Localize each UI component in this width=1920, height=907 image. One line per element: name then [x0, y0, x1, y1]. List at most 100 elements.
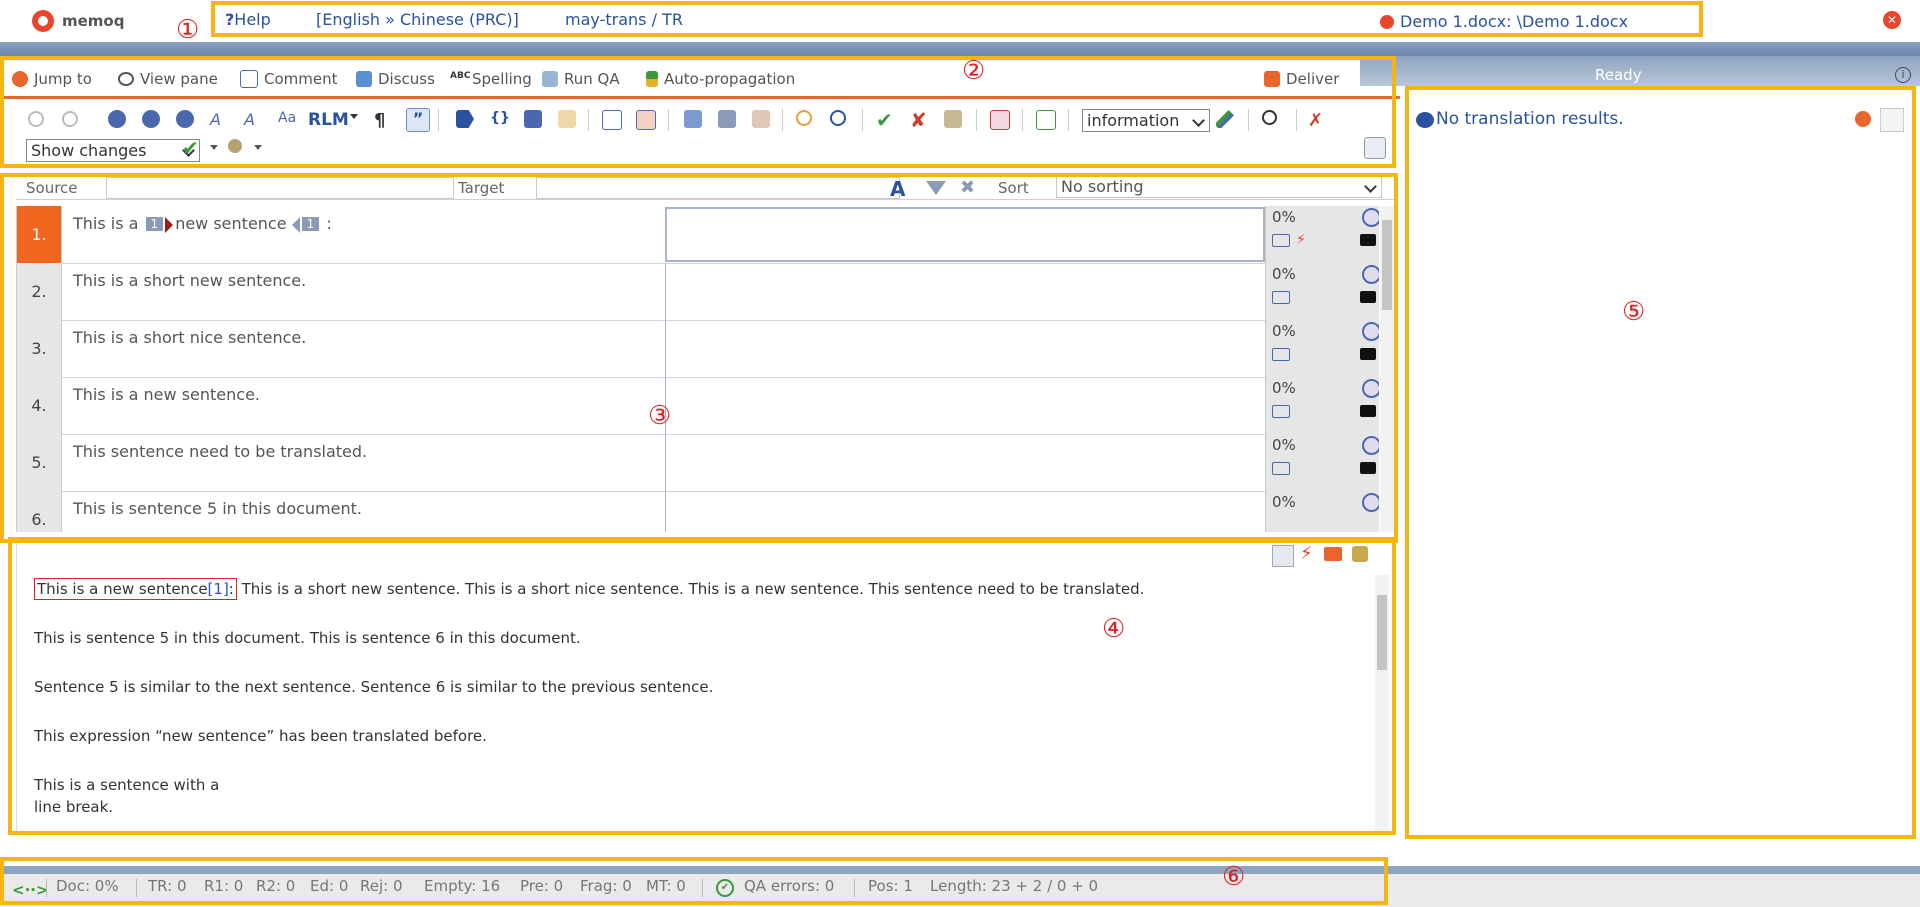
source-cell[interactable]: This is a short new sentence.: [73, 271, 306, 290]
history-icon[interactable]: [1362, 322, 1379, 341]
clear-target-icon[interactable]: [752, 110, 770, 128]
table-row[interactable]: 3. This is a short nice sentence. 0%: [17, 320, 1379, 378]
source-cell[interactable]: This is sentence 5 in this document.: [73, 499, 362, 518]
font-filter-icon[interactable]: A: [890, 177, 905, 201]
target-cell[interactable]: [665, 207, 1265, 262]
close-icon[interactable]: ✕: [1883, 11, 1901, 29]
target-cell[interactable]: [665, 491, 1282, 532]
pilcrow-icon[interactable]: ¶: [374, 110, 392, 131]
help-menu[interactable]: ?Help: [225, 10, 271, 29]
remove-tags-icon[interactable]: [558, 110, 576, 128]
split-icon[interactable]: [830, 110, 846, 126]
confirm-icon[interactable]: ✔: [876, 108, 894, 132]
target-cell[interactable]: [665, 377, 1282, 434]
preview-scrollbar-thumb[interactable]: [1377, 595, 1387, 670]
history-icon[interactable]: [1362, 436, 1379, 455]
sort-select[interactable]: No sorting: [1056, 175, 1382, 198]
case-icon[interactable]: Aa: [278, 110, 296, 128]
preview-comment-icon[interactable]: [1324, 547, 1342, 561]
edit-term-icon[interactable]: [636, 110, 656, 130]
deliver-button[interactable]: Deliver: [1264, 70, 1339, 88]
table-row[interactable]: 4. This is a new sentence. 0%: [17, 377, 1379, 435]
comment-icon[interactable]: [1272, 291, 1290, 304]
discussion-icon[interactable]: [1360, 234, 1376, 246]
discuss-button[interactable]: Discuss: [356, 70, 435, 88]
bookmark-icon[interactable]: [990, 110, 1010, 130]
preview-lightning-icon[interactable]: ⚡: [1300, 543, 1313, 564]
history-icon[interactable]: [1362, 265, 1379, 284]
table-row[interactable]: 5. This sentence need to be translated. …: [17, 434, 1379, 492]
reject-icon[interactable]: ✘: [910, 108, 928, 132]
tag-close[interactable]: 1: [301, 217, 320, 231]
history-icon[interactable]: [1362, 379, 1379, 398]
qa-errors[interactable]: QA errors: 0: [744, 877, 834, 895]
source-cell[interactable]: This is a short nice sentence.: [73, 328, 306, 347]
tag-open[interactable]: 1: [145, 217, 164, 231]
source-filter-input[interactable]: [106, 177, 454, 199]
comment-icon[interactable]: [1272, 234, 1290, 247]
auto-propagation-button[interactable]: Auto-propagation: [646, 70, 795, 88]
discussion-icon[interactable]: [1360, 405, 1376, 417]
refresh-icon[interactable]: [1855, 111, 1871, 127]
show-changes-select[interactable]: Show changes: [26, 139, 200, 162]
table-row[interactable]: 2. This is a short new sentence. 0%: [17, 263, 1379, 321]
run-qa-button[interactable]: Run QA: [542, 70, 620, 88]
view-pane-button[interactable]: View pane: [118, 70, 218, 88]
source-cell[interactable]: This is a 1 new sentence 1 :: [73, 214, 332, 233]
info-icon[interactable]: i: [1895, 67, 1911, 83]
filter-toggle-icon[interactable]: [1364, 137, 1386, 159]
add-note-icon[interactable]: [1036, 110, 1056, 130]
copy-all-icon[interactable]: [718, 110, 736, 128]
source-cell[interactable]: This sentence need to be translated.: [73, 442, 367, 461]
current-segment-highlight[interactable]: This is a new sentence[1]:: [34, 578, 237, 600]
superscript-icon[interactable]: A: [210, 110, 228, 129]
quote-icon[interactable]: ”: [406, 108, 430, 132]
target-filter-input[interactable]: [536, 177, 900, 199]
project-name[interactable]: may-trans / TR: [565, 10, 683, 29]
grid-scrollbar-thumb[interactable]: [1382, 220, 1392, 310]
download-icon[interactable]: [228, 139, 242, 153]
join-icon[interactable]: [796, 110, 812, 126]
language-pair[interactable]: [English » Chinese (PRC)]: [316, 10, 519, 29]
table-row[interactable]: 6. This is sentence 5 in this document. …: [17, 491, 1379, 532]
undo-icon[interactable]: [28, 111, 44, 127]
spelling-button[interactable]: ABC Spelling: [450, 70, 532, 88]
copy-tags-icon[interactable]: [524, 110, 542, 128]
discussion-icon[interactable]: [1360, 291, 1376, 303]
comment-icon[interactable]: [1272, 462, 1290, 475]
search-icon[interactable]: [1262, 110, 1277, 125]
redo-icon[interactable]: [62, 111, 78, 127]
confirm-dropdown-icon[interactable]: [210, 145, 218, 150]
document-tab[interactable]: Demo 1.docx: \Demo 1.docx: [1380, 12, 1628, 31]
insert-term-icon[interactable]: [602, 110, 622, 130]
connection-icon[interactable]: <··>: [12, 881, 49, 899]
comment-button[interactable]: Comment: [240, 70, 338, 88]
qa-check-icon[interactable]: ✔: [716, 879, 734, 897]
target-cell[interactable]: [665, 320, 1282, 377]
target-cell[interactable]: [665, 263, 1282, 320]
severity-select[interactable]: information: [1082, 109, 1210, 132]
table-row[interactable]: 1. This is a 1 new sentence 1 : 0% ⚡: [17, 206, 1379, 264]
spell-off-icon[interactable]: ✗: [1308, 110, 1326, 131]
history-icon[interactable]: [1362, 493, 1379, 512]
bold-icon[interactable]: [108, 110, 126, 128]
rlm-dropdown-icon[interactable]: [350, 114, 358, 119]
preview-view-icon[interactable]: [1272, 545, 1294, 567]
discussion-icon[interactable]: [1360, 462, 1376, 474]
filter-icon[interactable]: [926, 181, 946, 195]
insert-result-icon[interactable]: [1880, 108, 1904, 132]
comment-icon[interactable]: [1272, 405, 1290, 418]
target-cell[interactable]: [665, 434, 1282, 491]
lock-icon[interactable]: [944, 110, 962, 128]
italic-icon[interactable]: [142, 110, 160, 128]
subscript-icon[interactable]: A: [244, 110, 262, 129]
rlm-button[interactable]: RLM: [308, 110, 349, 130]
history-icon[interactable]: [1362, 208, 1379, 227]
confirm-all-icon[interactable]: ✔: [182, 136, 200, 160]
copy-source-icon[interactable]: [684, 110, 702, 128]
download-dropdown-icon[interactable]: [254, 145, 262, 150]
tag-braces-icon[interactable]: {}: [490, 110, 510, 128]
clear-filter-icon[interactable]: ✖: [960, 177, 975, 198]
preview-pin-icon[interactable]: [1352, 546, 1368, 562]
jump-to-button[interactable]: Jump to: [12, 70, 92, 88]
